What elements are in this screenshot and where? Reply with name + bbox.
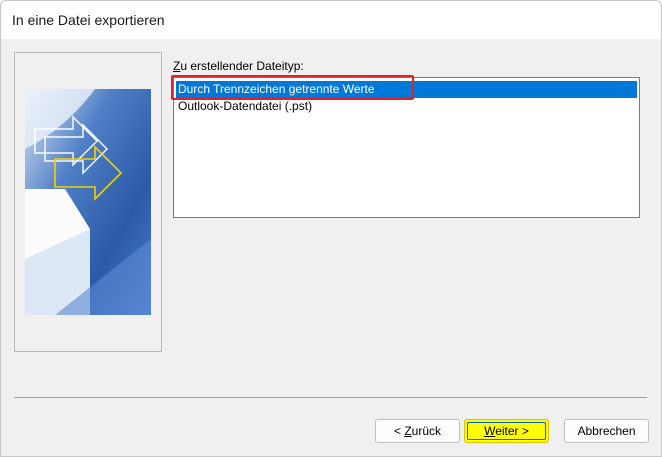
separator-line	[14, 397, 647, 398]
back-button[interactable]: < Zurück	[375, 419, 460, 443]
list-item-pst[interactable]: Outlook-Datendatei (.pst)	[176, 98, 637, 115]
window-title: In eine Datei exportieren	[12, 12, 165, 28]
cancel-button[interactable]: Abbrechen	[564, 419, 649, 443]
next-button[interactable]: Weiter >	[464, 419, 549, 443]
title-bar: In eine Datei exportieren	[1, 1, 661, 39]
back-button-accelerator: Z	[404, 424, 412, 438]
next-button-focus-ring	[467, 422, 546, 440]
back-button-prefix: <	[393, 424, 405, 438]
export-arrows-graphic-icon	[25, 89, 151, 315]
file-type-listbox[interactable]: Durch Trennzeichen getrennte Werte Outlo…	[173, 77, 640, 218]
list-item-csv[interactable]: Durch Trennzeichen getrennte Werte	[176, 81, 637, 98]
file-type-label: Zu erstellender Dateityp:	[173, 59, 304, 73]
back-button-label: urück	[411, 424, 442, 438]
file-type-label-text: u erstellender Dateityp:	[180, 59, 304, 73]
wizard-image-panel	[14, 52, 162, 352]
export-dialog: In eine Datei exportieren Zu erstellende…	[0, 0, 662, 457]
